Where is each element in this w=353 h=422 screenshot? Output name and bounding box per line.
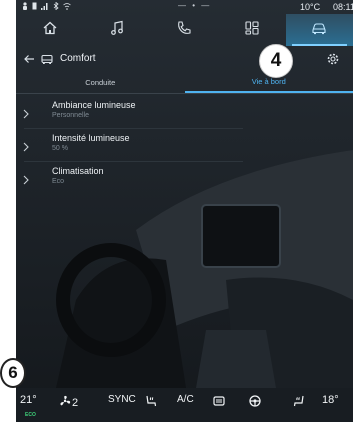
heated-seat-button[interactable]	[144, 394, 158, 411]
climate-bar: 21° ECO 2 SYNC A/C 18°	[16, 388, 353, 422]
phone-icon	[176, 20, 192, 41]
chevron-right-icon	[22, 106, 30, 119]
fan-icon	[58, 394, 72, 411]
main-navigation	[16, 14, 353, 46]
list-item-ambiance[interactable]: Ambiance lumineuse Personnelle	[16, 96, 353, 129]
car-icon	[311, 20, 327, 41]
steering-heat-button[interactable]	[248, 394, 262, 411]
gear-icon[interactable]	[326, 52, 340, 66]
passenger-seat-button[interactable]	[292, 394, 306, 411]
setting-label: Intensité lumineuse	[52, 133, 130, 143]
wifi-icon	[63, 2, 71, 12]
home-icon	[42, 20, 58, 41]
rear-defrost-button[interactable]	[212, 394, 226, 411]
nav-tab-phone[interactable]	[151, 14, 218, 46]
chevron-right-icon	[22, 139, 30, 152]
setting-value: 50 %	[52, 145, 68, 152]
list-item-intensite[interactable]: Intensité lumineuse 50 %	[16, 129, 353, 162]
passenger-seat-icon	[292, 394, 306, 411]
battery-icon	[32, 2, 37, 12]
signal-icon	[41, 2, 49, 12]
status-icons	[22, 1, 71, 12]
setting-value: Personnelle	[52, 112, 89, 119]
status-bar: — • — 10°C 08:11	[16, 0, 353, 14]
comfort-subtabs: Conduite Vie à bord	[16, 72, 353, 94]
outside-temperature: 10°C	[300, 2, 321, 12]
bluetooth-icon	[53, 1, 59, 12]
right-temperature[interactable]: 18°	[322, 394, 339, 406]
list-item-climatisation[interactable]: Climatisation Eco	[16, 162, 353, 195]
infotainment-screen: — • — 10°C 08:11 Comfort Conduite Vie à …	[16, 0, 353, 422]
tab-conduite[interactable]: Conduite	[16, 72, 185, 93]
nav-tab-vehicle[interactable]	[285, 14, 353, 46]
left-temperature[interactable]: 21°	[20, 394, 37, 406]
back-arrow-icon[interactable]	[22, 52, 36, 66]
heated-seat-icon	[144, 394, 158, 411]
clock: 08:11	[333, 2, 353, 12]
rear-defrost-icon	[212, 394, 226, 411]
user-icon	[22, 2, 28, 12]
sync-button[interactable]: SYNC	[108, 394, 136, 405]
callout-marker: 4	[259, 44, 293, 78]
page-indicator: — • —	[178, 1, 212, 10]
eco-indicator: ECO	[25, 412, 36, 418]
ac-button[interactable]: A/C	[177, 394, 194, 405]
music-note-icon	[109, 20, 125, 41]
page-header: Comfort	[16, 46, 353, 72]
seat-comfort-icon	[40, 52, 54, 66]
setting-label: Climatisation	[52, 166, 104, 176]
apps-icon	[244, 20, 260, 41]
fan-level: 2	[72, 396, 79, 409]
page-title: Comfort	[60, 53, 96, 64]
fan-speed-control[interactable]: 2	[58, 394, 78, 411]
nav-tab-home[interactable]	[16, 14, 83, 46]
settings-list: Ambiance lumineuse Personnelle Intensité…	[16, 96, 353, 195]
setting-value: Eco	[52, 178, 65, 185]
callout-marker: 6	[0, 358, 26, 388]
steering-wheel-icon	[248, 394, 262, 411]
nav-tab-media[interactable]	[83, 14, 150, 46]
setting-label: Ambiance lumineuse	[52, 100, 136, 110]
chevron-right-icon	[22, 172, 30, 185]
nav-tab-apps[interactable]	[218, 14, 285, 46]
